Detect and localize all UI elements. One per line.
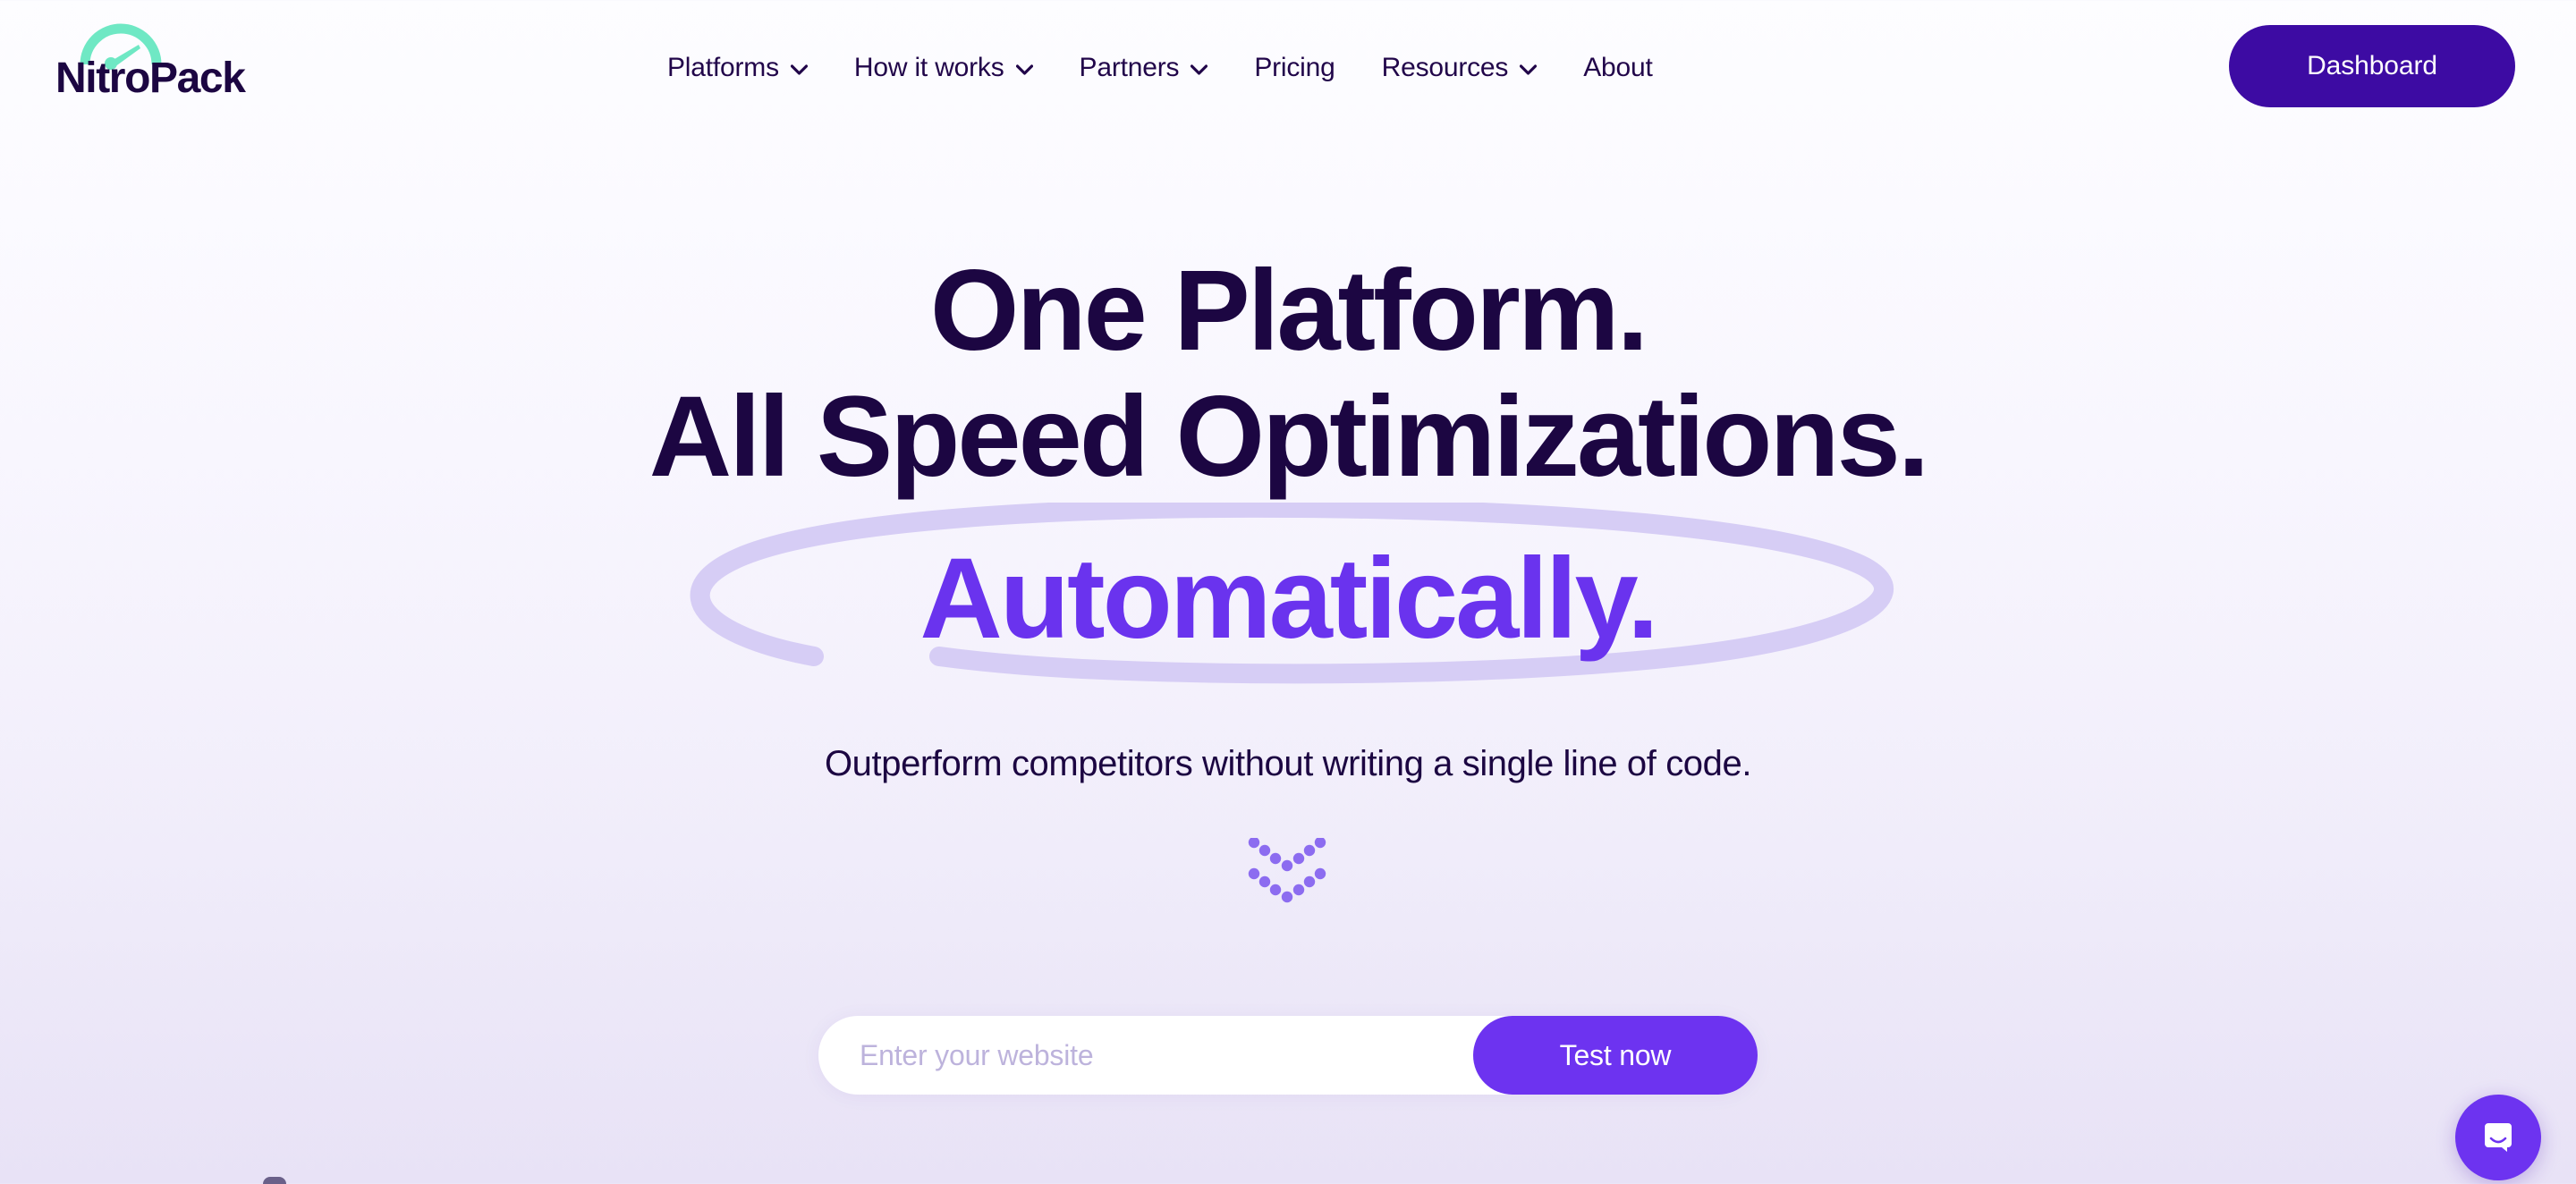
double-chevron-down-dots-icon[interactable] <box>1245 836 1331 908</box>
dashboard-button[interactable]: Dashboard <box>2229 25 2515 107</box>
chat-bubble-smile-icon <box>2485 1123 2512 1152</box>
website-input[interactable] <box>818 1016 1473 1095</box>
chevron-down-icon <box>1520 64 1538 75</box>
headline-highlight: Automatically. <box>919 534 1658 663</box>
headline-line-1: One Platform. <box>929 247 1648 375</box>
nav-item-pricing[interactable]: Pricing <box>1231 41 1358 95</box>
nav-label-about: About <box>1583 53 1653 82</box>
nav-label-pricing: Pricing <box>1254 53 1335 82</box>
nav-label-platforms: Platforms <box>667 53 779 82</box>
highlighted-word-group: Automatically. <box>653 502 1923 689</box>
chevron-down-icon <box>790 64 808 75</box>
nav-label-partners: Partners <box>1079 53 1180 82</box>
main-navigation: Platforms How it works Partners Pricing … <box>644 0 1676 136</box>
nav-item-how-it-works[interactable]: How it works <box>831 41 1056 95</box>
hero-section: One Platform. All Speed Optimizations. A… <box>0 0 2576 1184</box>
nav-item-partners[interactable]: Partners <box>1056 41 1232 95</box>
nav-label-resources: Resources <box>1381 53 1509 82</box>
headline-line-2: All Speed Optimizations. <box>648 372 1930 501</box>
site-header: NitroPack Platforms How it works Partner… <box>0 0 2576 136</box>
nav-label-how-it-works: How it works <box>853 53 1004 82</box>
chevron-down-icon <box>1191 64 1208 75</box>
chat-widget-button[interactable] <box>2455 1095 2541 1180</box>
below-fold-content-peek <box>263 1177 286 1184</box>
page-title: One Platform. All Speed Optimizations. <box>648 247 1930 501</box>
nav-item-about[interactable]: About <box>1560 41 1675 95</box>
nitropack-logo[interactable]: NitroPack <box>55 9 324 109</box>
nav-item-resources[interactable]: Resources <box>1359 41 1561 95</box>
chevron-down-icon <box>1015 64 1033 75</box>
test-now-button[interactable]: Test now <box>1473 1016 1758 1095</box>
nav-item-platforms[interactable]: Platforms <box>644 41 831 95</box>
website-test-form: Test now <box>818 1016 1758 1095</box>
logo-wordmark: NitroPack <box>55 55 246 102</box>
hero-subtitle: Outperform competitors without writing a… <box>824 743 1752 783</box>
